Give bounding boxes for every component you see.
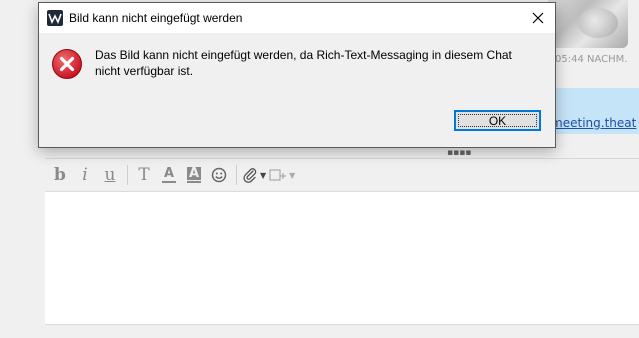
close-icon[interactable] — [521, 3, 555, 33]
attach-dropdown-caret-icon[interactable]: ▼ — [260, 171, 266, 180]
underline-icon[interactable]: u — [99, 164, 121, 186]
font-color-glyph: A — [163, 166, 175, 181]
message-editor[interactable] — [45, 191, 639, 325]
error-icon — [51, 48, 83, 80]
text-format-icon[interactable]: T — [133, 164, 155, 186]
splitter-grip-icon[interactable]: ▪▪▪▪ — [447, 149, 471, 158]
dialog-title: Bild kann nicht eingefügt werden — [69, 11, 243, 25]
font-color-icon[interactable]: A — [158, 164, 180, 186]
italic-icon[interactable]: i — [74, 164, 96, 186]
bold-icon[interactable]: b — [49, 164, 71, 186]
shared-image-thumbnail[interactable] — [548, 0, 628, 48]
toolbar-divider — [236, 165, 237, 185]
message-link[interactable]: /meeting.theat — [547, 116, 636, 130]
dialog-message: Das Bild kann nicht eingefügt werden, da… — [95, 48, 512, 78]
dialog-titlebar[interactable]: Bild kann nicht eingefügt werden — [39, 3, 555, 33]
pane-splitter[interactable]: ▪▪▪▪ — [45, 148, 639, 159]
emoji-icon[interactable] — [208, 164, 230, 186]
background-color-glyph: A — [187, 166, 201, 181]
ok-button[interactable]: OK — [454, 110, 541, 131]
insert-screenshot-icon[interactable]: ▼ — [269, 164, 295, 186]
background-color-icon[interactable]: A — [183, 164, 205, 186]
toolbar-divider — [127, 165, 128, 185]
app-logo-icon — [47, 10, 63, 26]
formatting-toolbar: b i u T A A ▼ ▼ — [45, 160, 639, 190]
paperclip-icon[interactable]: ▼ — [242, 164, 266, 186]
error-dialog: Bild kann nicht eingefügt werden Das Bil… — [38, 2, 556, 148]
insert-dropdown-caret-icon[interactable]: ▼ — [289, 171, 295, 180]
message-timestamp: 05:44 NACHM. — [555, 54, 628, 65]
